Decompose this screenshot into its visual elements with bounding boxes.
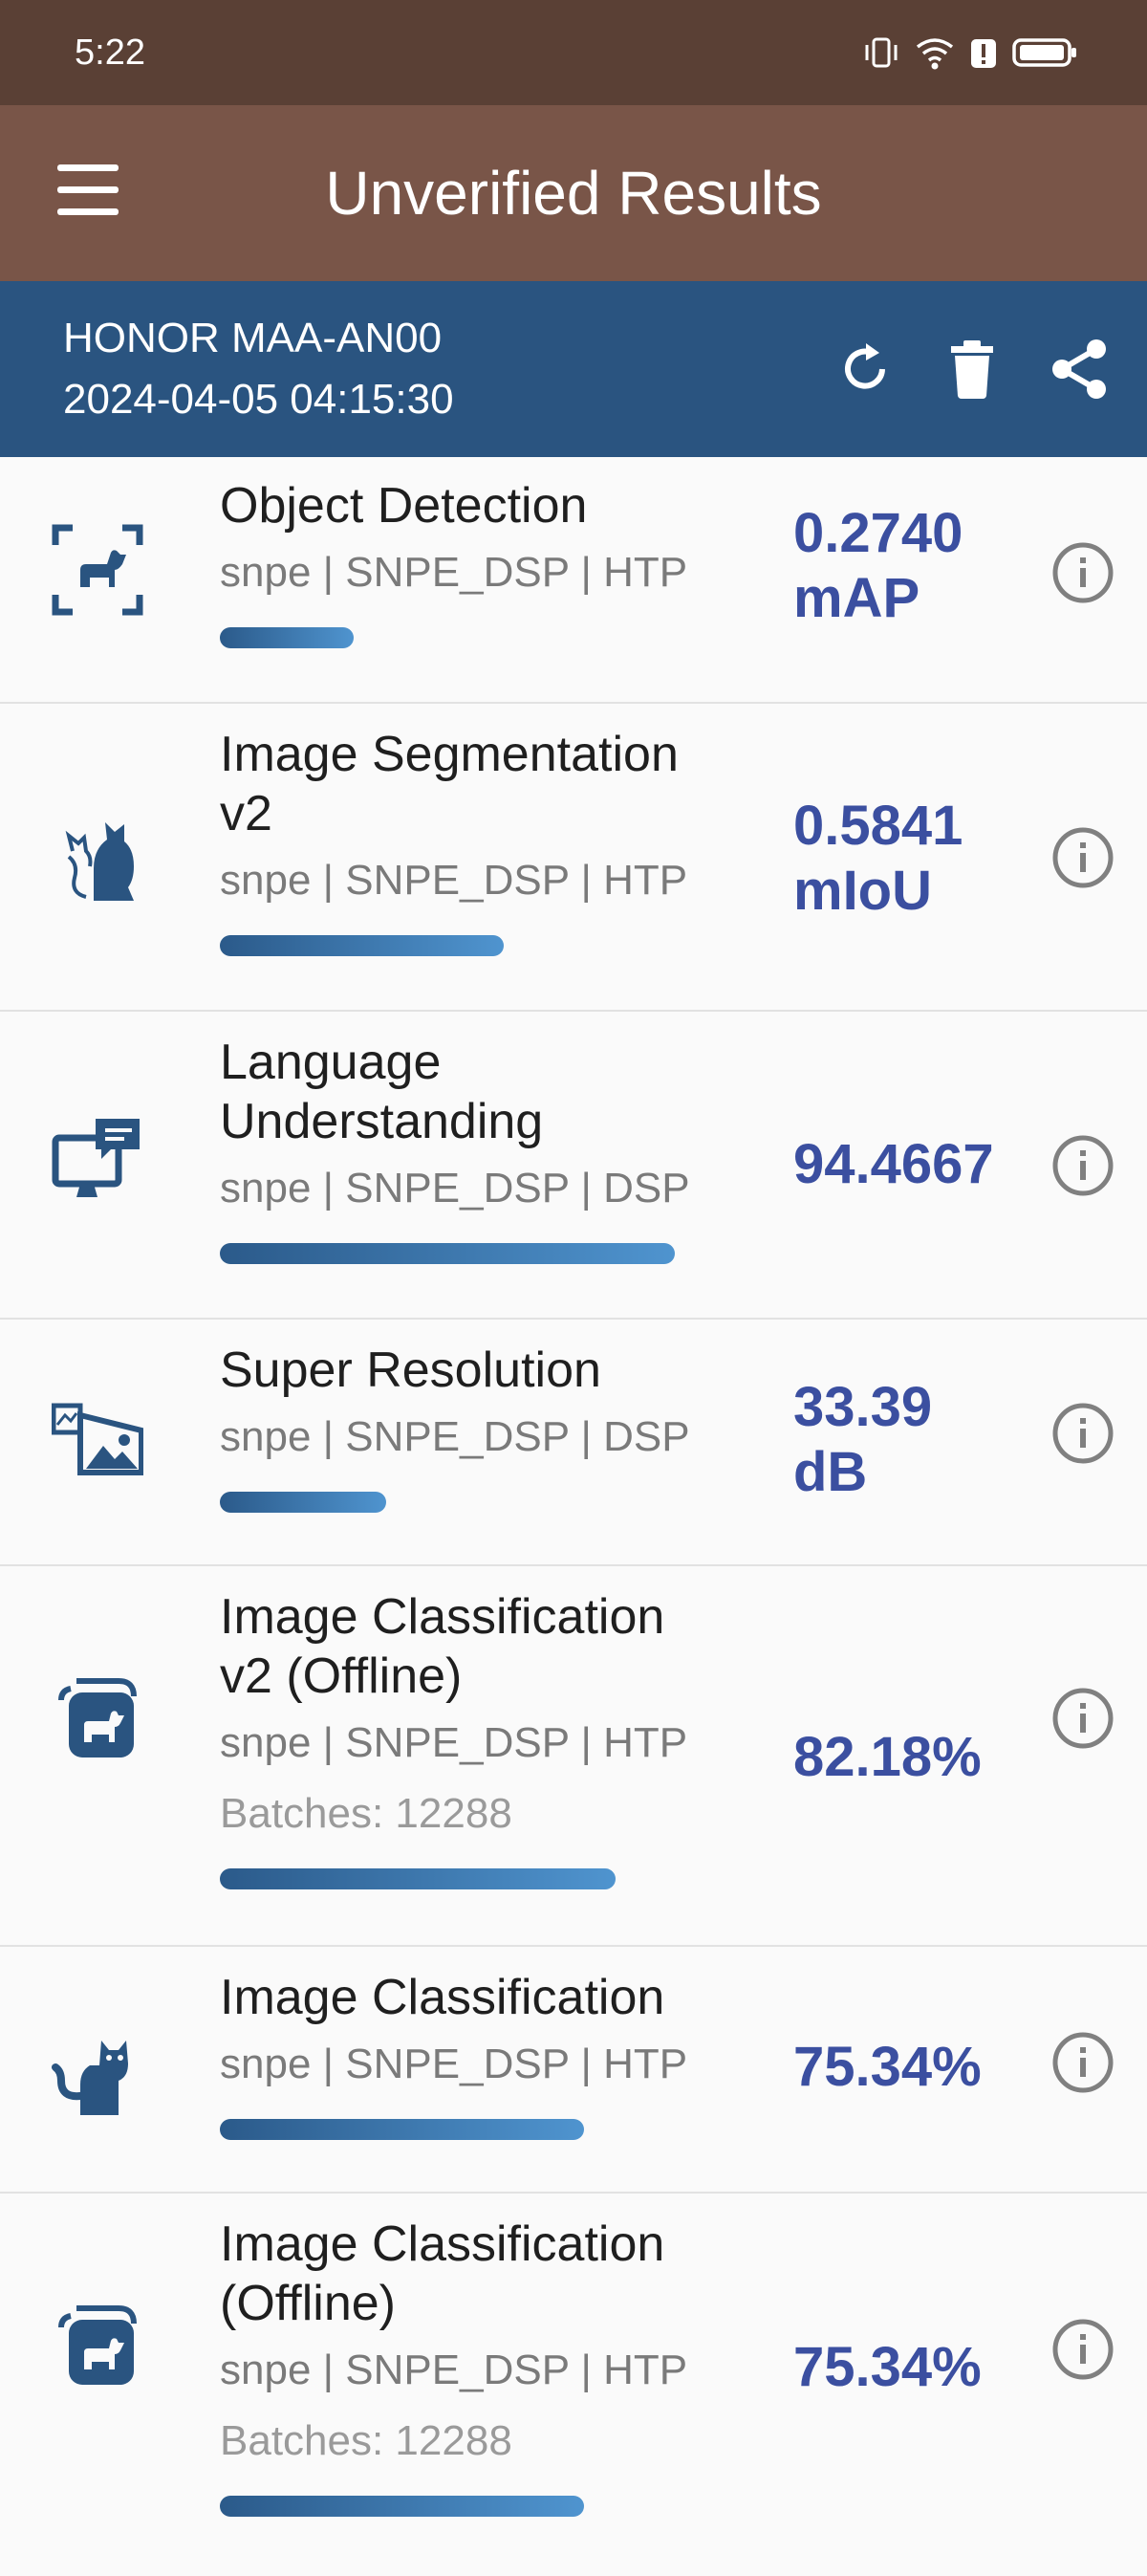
status-icons [862, 33, 1078, 72]
status-bar: 5:22 [0, 0, 1147, 105]
result-datetime: 2024-04-05 04:15:30 [63, 376, 454, 423]
score: 0.5841 mIoU [793, 795, 963, 922]
backend-info: snpe | SNPE_DSP | HTP [220, 1719, 688, 1766]
info-icon[interactable] [1051, 1402, 1115, 1465]
benchmark-name: Object Detection [220, 478, 588, 534]
benchmark-name: Super Resolution [220, 1343, 601, 1398]
benchmark-name: Image Classification (Offline) [220, 2216, 665, 2331]
battery-icon [1012, 38, 1076, 67]
device-header: HONOR MAA-AN00 2024-04-05 04:15:30 [0, 281, 1147, 457]
batches-label: Batches: 12288 [220, 1790, 512, 1837]
language-understanding-icon [52, 1119, 140, 1197]
progress-bar [220, 2496, 584, 2517]
backend-info: snpe | SNPE_DSP | HTP [220, 549, 688, 596]
share-icon [1052, 339, 1106, 399]
status-time: 5:22 [75, 32, 145, 73]
result-row-image-classification[interactable]: Image Classification snpe | SNPE_DSP | H… [0, 1947, 1147, 2194]
refresh-icon [845, 343, 885, 389]
alert-icon [971, 39, 996, 68]
super-resolution-icon [52, 1403, 143, 1475]
progress-bar [220, 2119, 584, 2140]
backend-info: snpe | SNPE_DSP | DSP [220, 1413, 690, 1460]
benchmark-name: Image Classification v2 (Offline) [220, 1589, 665, 1704]
progress-bar [220, 1492, 386, 1513]
score: 75.34% [793, 2036, 982, 2098]
image-classification-offline-icon [58, 1678, 137, 1757]
backend-info: snpe | SNPE_DSP | HTP [220, 2041, 688, 2087]
image-classification-icon [52, 2041, 128, 2115]
progress-bar [220, 1868, 616, 1889]
progress-bar [220, 627, 354, 648]
info-icon[interactable] [1051, 1134, 1115, 1197]
info-icon[interactable] [1051, 2318, 1115, 2381]
backend-info: snpe | SNPE_DSP | HTP [220, 2347, 688, 2393]
result-row-image-classification-v2-offline[interactable]: Image Classification v2 (Offline) snpe |… [0, 1566, 1147, 1947]
trash-icon [951, 340, 993, 399]
share-button[interactable] [1046, 336, 1113, 403]
score: 33.39 dB [793, 1376, 933, 1503]
wifi-icon [916, 38, 954, 70]
result-row-image-segmentation-v2[interactable]: Image Segmentation v2 snpe | SNPE_DSP | … [0, 704, 1147, 1012]
benchmark-name: Image Classification [220, 1970, 665, 2025]
app-bar: Unverified Results [0, 105, 1147, 281]
info-icon[interactable] [1051, 2031, 1115, 2094]
backend-info: snpe | SNPE_DSP | DSP [220, 1165, 690, 1212]
batches-label: Batches: 12288 [220, 2417, 512, 2464]
device-name: HONOR MAA-AN00 [63, 315, 443, 361]
menu-icon[interactable] [57, 164, 119, 222]
backend-info: snpe | SNPE_DSP | HTP [220, 857, 688, 904]
page-title: Unverified Results [325, 159, 822, 228]
refresh-button[interactable] [832, 336, 898, 403]
result-row-object-detection[interactable]: Object Detection snpe | SNPE_DSP | HTP 0… [0, 457, 1147, 704]
score: 82.18% [793, 1726, 982, 1788]
result-row-image-classification-offline[interactable]: Image Classification (Offline) snpe | SN… [0, 2194, 1147, 2576]
score: 0.2740 mAP [793, 502, 963, 629]
progress-bar [220, 1243, 675, 1264]
benchmark-name: Image Segmentation v2 [220, 727, 679, 841]
results-list: Object Detection snpe | SNPE_DSP | HTP 0… [0, 457, 1147, 2576]
score: 75.34% [793, 2336, 982, 2398]
benchmark-name: Language Understanding [220, 1035, 544, 1149]
image-segmentation-icon [65, 822, 134, 901]
vibrate-icon [865, 37, 898, 68]
delete-button[interactable] [939, 336, 1006, 403]
info-icon[interactable] [1051, 541, 1115, 604]
image-classification-offline-icon [58, 2305, 137, 2385]
result-row-language-understanding[interactable]: Language Understanding snpe | SNPE_DSP |… [0, 1012, 1147, 1320]
info-icon[interactable] [1051, 1687, 1115, 1750]
object-detection-icon [52, 524, 143, 616]
result-row-super-resolution[interactable]: Super Resolution snpe | SNPE_DSP | DSP 3… [0, 1320, 1147, 1566]
progress-bar [220, 935, 504, 956]
score: 94.4667 [793, 1133, 994, 1195]
info-icon[interactable] [1051, 826, 1115, 889]
